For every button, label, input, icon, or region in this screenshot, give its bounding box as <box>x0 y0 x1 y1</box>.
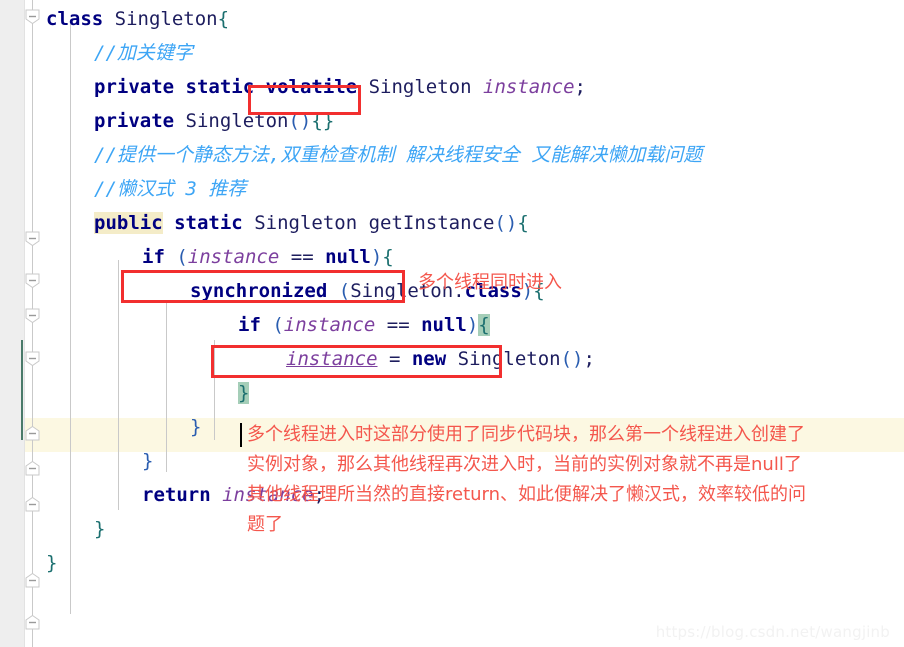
code-token: Singleton <box>254 212 358 234</box>
code-token: ; <box>574 76 586 98</box>
code-token: { <box>478 314 490 336</box>
code-token: ( <box>338 280 351 302</box>
code-token: class <box>46 8 104 30</box>
watermark: https://blog.csdn.net/wangjinb <box>655 623 890 641</box>
code-token: null <box>325 246 371 268</box>
code-token: ) <box>466 314 479 336</box>
code-token: () <box>288 110 312 132</box>
code-token: null <box>421 314 467 336</box>
code-token: {} <box>311 110 335 132</box>
code-token: static <box>185 76 255 98</box>
code-token: volatile <box>265 76 358 98</box>
code-token: () <box>494 212 518 234</box>
code-token: = <box>377 348 412 370</box>
code-token: } <box>142 450 154 472</box>
code-line[interactable]: public static Singleton getInstance(){ <box>0 206 904 240</box>
code-token: //提供一个静态方法,双重检查机制 解决线程安全 又能解决懒加载问题 <box>94 144 703 166</box>
code-line[interactable]: } <box>0 376 904 410</box>
code-line[interactable]: class Singleton{ <box>0 2 904 36</box>
code-line[interactable]: private Singleton(){} <box>0 104 904 138</box>
code-token: public <box>94 212 163 234</box>
code-token: return <box>142 484 211 506</box>
code-token: } <box>190 416 202 438</box>
code-token: private <box>94 76 175 98</box>
code-token: instance <box>187 246 280 268</box>
annotation-concurrent-entry: 多个线程同时进入 <box>418 272 562 293</box>
code-line[interactable]: private static volatile Singleton instan… <box>0 70 904 104</box>
annotation-sync-block-explain: 多个线程进入时这部分使用了同步代码块，那么第一个线程进入创建了 实例对象，那么其… <box>247 424 807 535</box>
code-token: Singleton <box>114 8 218 30</box>
code-token: { <box>382 246 394 268</box>
code-token: Singleton <box>368 76 472 98</box>
code-token: ) <box>370 246 383 268</box>
code-token: { <box>517 212 529 234</box>
code-token: == <box>279 246 326 268</box>
code-token: } <box>46 552 58 574</box>
code-token: new <box>411 348 447 370</box>
code-token: getInstance <box>368 212 495 234</box>
code-token: ( <box>272 314 284 336</box>
code-line[interactable]: //懒汉式 3 推荐 <box>0 172 904 206</box>
code-token: instance <box>286 348 378 370</box>
code-line[interactable]: //提供一个静态方法,双重检查机制 解决线程安全 又能解决懒加载问题 <box>0 138 904 172</box>
code-line[interactable]: instance = new Singleton(); <box>0 342 904 376</box>
code-token: synchronized <box>190 280 328 302</box>
text-caret <box>240 423 242 447</box>
code-token: if <box>142 246 165 268</box>
code-token: instance <box>283 314 376 336</box>
code-token: //懒汉式 3 推荐 <box>94 178 247 200</box>
code-line[interactable]: //加关键字 <box>0 36 904 70</box>
code-content[interactable]: class Singleton{//加关键字 private static vol… <box>0 0 904 647</box>
code-token: } <box>94 518 106 540</box>
code-token: ( <box>176 246 188 268</box>
code-token: () <box>560 348 584 370</box>
code-token: private <box>94 110 175 132</box>
code-token: Singleton <box>185 110 289 132</box>
code-token: if <box>238 314 261 336</box>
code-token: ; <box>583 348 595 370</box>
code-token: { <box>217 8 230 30</box>
code-token: } <box>238 382 250 404</box>
code-line[interactable]: if (instance == null){ <box>0 308 904 342</box>
code-token: //加关键字 <box>94 42 193 64</box>
code-token: Singleton <box>457 348 561 370</box>
code-token: == <box>375 314 422 336</box>
code-editor[interactable]: class Singleton{//加关键字 private static vol… <box>0 0 904 647</box>
code-token: instance <box>483 76 575 98</box>
code-token: static <box>174 212 243 234</box>
code-line[interactable]: } <box>0 546 904 580</box>
